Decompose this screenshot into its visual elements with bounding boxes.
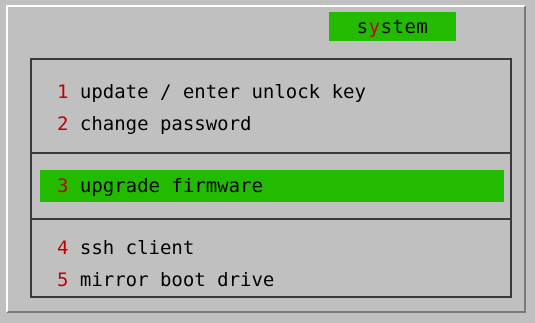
menu-item-change-password[interactable]: 2 change password <box>57 111 252 137</box>
window-title-prefix: s <box>356 15 369 38</box>
menu-item-hotkey: 5 <box>57 269 69 291</box>
menu-item-hotkey: 2 <box>57 113 69 135</box>
menu-item-label: mirror boot drive <box>79 269 275 291</box>
menu-item-label: change password <box>79 113 252 135</box>
menu-item-hotkey: 3 <box>57 175 69 197</box>
menu-item-mirror-boot-drive[interactable]: 5 mirror boot drive <box>57 267 274 293</box>
window-title-suffix: stem <box>380 15 429 38</box>
menu-divider <box>30 218 512 220</box>
menu-item-hotkey: 4 <box>57 237 69 259</box>
menu-item-label: ssh client <box>79 237 195 259</box>
menu-item-hotkey: 1 <box>57 81 69 103</box>
menu-item-label: upgrade firmware <box>79 175 263 197</box>
window-title-hotkey: y <box>368 15 381 38</box>
menu-item-update-unlock-key[interactable]: 1 update / enter unlock key <box>57 79 366 105</box>
menu-item-ssh-client[interactable]: 4 ssh client <box>57 235 194 261</box>
menu-item-label: update / enter unlock key <box>79 81 366 103</box>
menu-divider <box>30 152 512 154</box>
menu-item-upgrade-firmware[interactable]: 3 upgrade firmware <box>40 170 504 202</box>
window-title: s y stem <box>329 12 456 41</box>
